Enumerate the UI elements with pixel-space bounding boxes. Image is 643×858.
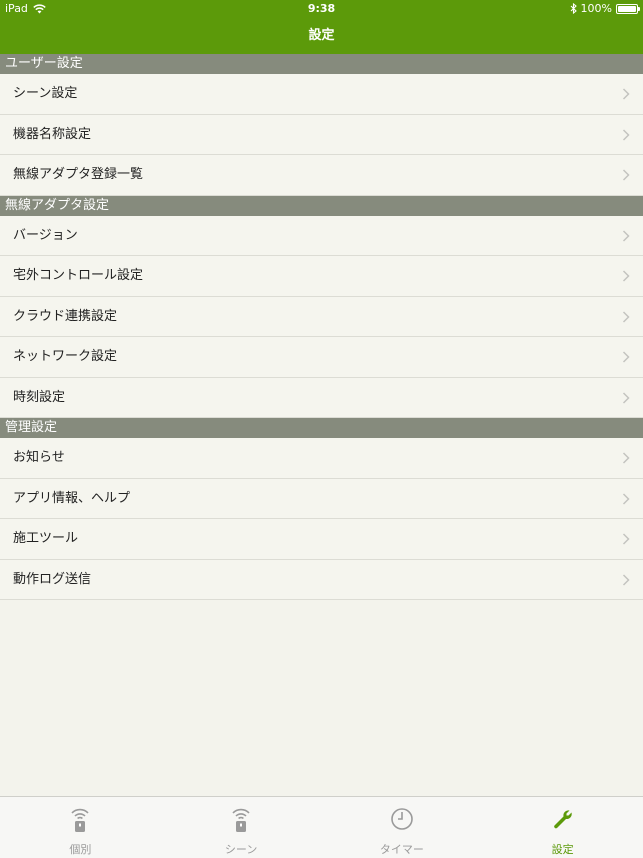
- wrench-icon: [551, 807, 575, 835]
- settings-row[interactable]: ネットワーク設定: [0, 337, 643, 378]
- bluetooth-icon: [570, 3, 577, 14]
- tab-item[interactable]: 設定: [482, 797, 643, 858]
- tab-bar: 個別 シーン タイマー 設定: [0, 796, 643, 858]
- chevron-right-icon: [622, 391, 630, 404]
- settings-row[interactable]: シーン設定: [0, 74, 643, 115]
- tab-label: 設定: [551, 843, 574, 856]
- settings-row-label: 宅外コントロール設定: [13, 268, 144, 283]
- chevron-right-icon: [622, 229, 630, 242]
- page-title: 設定: [308, 28, 335, 43]
- settings-row-label: ネットワーク設定: [13, 349, 118, 364]
- settings-row-label: クラウド連携設定: [13, 308, 118, 324]
- section-header: 管理設定: [0, 418, 643, 438]
- settings-row[interactable]: 無線アダプタ登録一覧: [0, 155, 643, 196]
- settings-row-label: 時刻設定: [13, 389, 66, 405]
- settings-row-label: 動作ログ送信: [13, 571, 92, 587]
- settings-row[interactable]: クラウド連携設定: [0, 296, 643, 337]
- tab-item[interactable]: シーン: [161, 797, 322, 858]
- chevron-right-icon: [622, 351, 630, 363]
- tab-label: タイマー: [379, 843, 424, 856]
- section-header: ユーザー設定: [0, 54, 643, 74]
- chevron-right-icon: [622, 270, 630, 282]
- settings-row[interactable]: 時刻設定: [0, 377, 643, 418]
- tab-item[interactable]: 個別: [0, 797, 161, 858]
- tab-label: 個別: [69, 843, 92, 856]
- status-time: 9:38: [307, 2, 336, 15]
- settings-row-label: お知らせ: [13, 450, 65, 465]
- chevron-right-icon: [622, 88, 630, 100]
- status-bar: iPad 9:38 100%: [0, 0, 643, 18]
- section-header: 無線アダプタ設定: [0, 195, 643, 216]
- status-right: 100%: [570, 2, 640, 15]
- wireless-adapter-icon: [230, 807, 252, 837]
- settings-row[interactable]: アプリ情報、ヘルプ: [0, 478, 643, 519]
- settings-row[interactable]: バージョン: [0, 215, 643, 256]
- settings-row[interactable]: 動作ログ送信: [0, 559, 643, 600]
- settings-row[interactable]: 宅外コントロール設定: [0, 256, 643, 297]
- wireless-adapter-icon: [69, 807, 91, 837]
- settings-row[interactable]: 施工ツール: [0, 519, 643, 560]
- chevron-right-icon: [622, 128, 630, 141]
- chevron-right-icon: [622, 452, 630, 464]
- settings-row[interactable]: お知らせ: [0, 438, 643, 479]
- settings-row[interactable]: 機器名称設定: [0, 114, 643, 155]
- settings-list: ユーザー設定シーン設定機器名称設定無線アダプタ登録一覧無線アダプタ設定バージョン…: [0, 54, 643, 796]
- settings-row-label: 施工ツール: [13, 531, 79, 546]
- settings-row-label: シーン設定: [13, 86, 78, 101]
- chevron-right-icon: [622, 310, 630, 323]
- chevron-right-icon: [622, 533, 630, 545]
- chevron-right-icon: [622, 169, 630, 181]
- settings-row-label: 無線アダプタ登録一覧: [13, 167, 144, 182]
- chevron-right-icon: [622, 492, 630, 505]
- chevron-right-icon: [622, 573, 630, 586]
- settings-row-label: アプリ情報、ヘルプ: [13, 490, 131, 506]
- settings-row-label: バージョン: [13, 227, 78, 243]
- battery-fill: [618, 5, 636, 12]
- clock-icon: [390, 807, 414, 835]
- battery-icon: [616, 3, 640, 14]
- tab-label: シーン: [224, 843, 258, 856]
- settings-row-label: 機器名称設定: [13, 126, 92, 142]
- tab-item[interactable]: タイマー: [322, 797, 483, 858]
- navigation-bar: 設定: [0, 18, 643, 54]
- battery-percent: 100%: [580, 2, 612, 15]
